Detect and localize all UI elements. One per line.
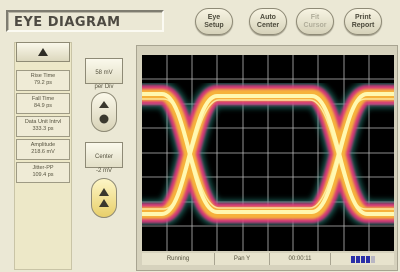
- eye-setup-label: Eye Setup: [204, 13, 224, 29]
- eye-diagram-plot: [142, 55, 394, 251]
- measurement-value: 79.2 ps: [33, 80, 53, 86]
- center-offset-control[interactable]: Center -2 mV: [85, 142, 123, 174]
- progress-block: [365, 255, 370, 263]
- run-state: Running: [142, 253, 214, 265]
- measurement-data-unit-interval[interactable]: Data Unit Intrvl 333.3 ps: [16, 116, 70, 137]
- measurement-value: 109.4 ps: [32, 172, 54, 178]
- fit-cursor-label: Fit Cursor: [303, 13, 327, 29]
- scale-adjust-button[interactable]: [91, 92, 117, 132]
- measurement-name: Amplitude: [30, 142, 56, 148]
- eye-setup-button[interactable]: Eye Setup: [195, 8, 233, 35]
- auto-center-label: Auto Center: [256, 13, 280, 29]
- acquisition-progress: [331, 253, 394, 265]
- status-bar: Running Pan Y 00:00:11: [142, 253, 394, 265]
- pan-axis: Pan Y: [215, 253, 269, 265]
- vertical-scale-control[interactable]: 58 mV per Div: [85, 58, 123, 90]
- center-value: -2 mV: [95, 168, 112, 174]
- measurement-name: Jitter-PP: [32, 165, 54, 171]
- measurement-amplitude[interactable]: Amplitude 218.6 mV: [16, 139, 70, 160]
- measurement-rise-time[interactable]: Rise Time 79.2 ps: [16, 70, 70, 91]
- page-title: EYE DIAGRAM: [14, 15, 121, 30]
- auto-center-button[interactable]: Auto Center: [249, 8, 287, 35]
- eye-diagram-display[interactable]: [142, 55, 394, 251]
- measurement-name: Rise Time: [30, 73, 56, 79]
- fit-cursor-button: Fit Cursor: [296, 8, 334, 35]
- measurement-value: 333.3 ps: [32, 126, 54, 132]
- print-report-button[interactable]: Print Report: [344, 8, 382, 35]
- center-adjust-button[interactable]: [91, 178, 117, 218]
- scroll-up-button[interactable]: [16, 42, 70, 62]
- progress-block: [355, 255, 360, 263]
- page-title-box: EYE DIAGRAM: [6, 10, 164, 32]
- progress-block: [370, 255, 375, 263]
- measurement-name: Data Unit Intrvl: [24, 119, 62, 125]
- measurement-name: Fall Time: [31, 96, 55, 102]
- triangle-up-icon: [38, 48, 48, 56]
- up-down-adjust-icon: [99, 101, 109, 124]
- print-report-label: Print Report: [351, 13, 375, 29]
- center-label: Center: [94, 154, 113, 160]
- elapsed-time: 00:00:11: [270, 253, 330, 265]
- measurement-value: 84.9 ps: [33, 103, 53, 109]
- double-up-arrow-icon: [99, 188, 109, 207]
- measurement-value: 218.6 mV: [31, 149, 55, 155]
- progress-block: [350, 255, 355, 263]
- scale-value: 58 mV: [95, 70, 113, 76]
- measurement-fall-time[interactable]: Fall Time 84.9 ps: [16, 93, 70, 114]
- eye-diagram-window: EYE DIAGRAM Eye Setup Auto Center Fit Cu…: [0, 0, 400, 272]
- scale-unit: per Div: [94, 84, 114, 90]
- measurement-jitter-pp[interactable]: Jitter-PP 109.4 ps: [16, 162, 70, 183]
- progress-block: [360, 255, 365, 263]
